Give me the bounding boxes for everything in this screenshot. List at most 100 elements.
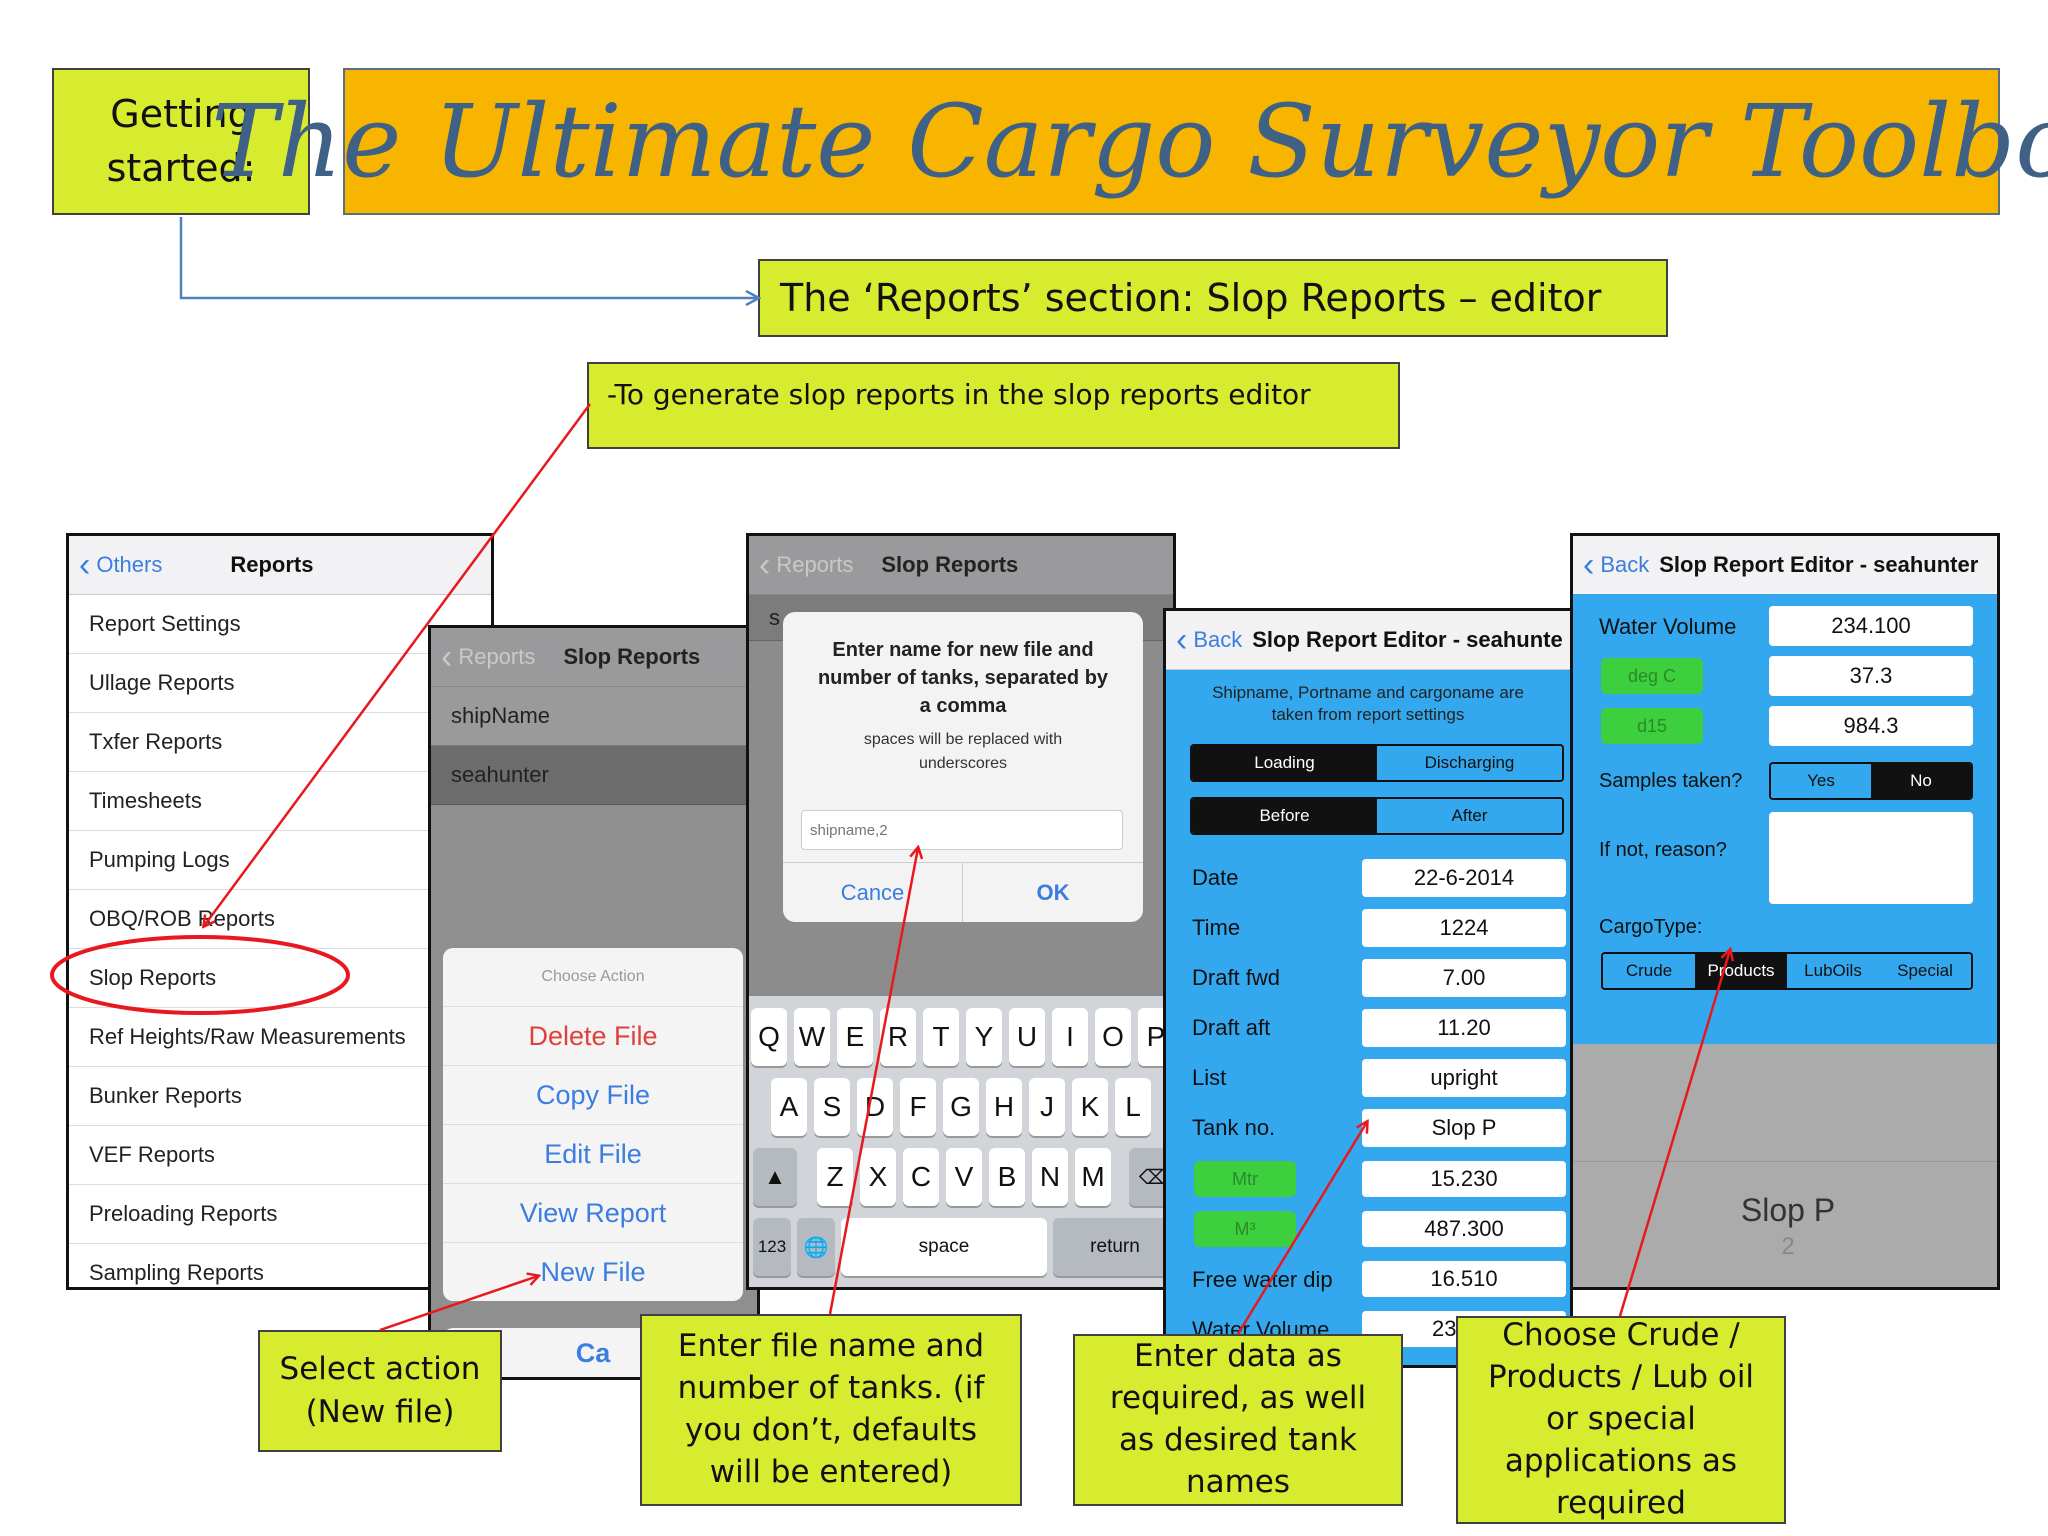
samples-toggle[interactable]: Yes No [1769, 762, 1973, 800]
slop-title: Slop Reports [881, 552, 1019, 577]
keyboard-row-3: ZXCVBNM [817, 1148, 1117, 1206]
numbers-key[interactable]: 123 [753, 1218, 791, 1276]
file-row-shipname[interactable]: shipName [431, 687, 757, 746]
editor-title: Slop Report Editor - seahunter [1659, 552, 1979, 577]
screen-editor-cargotype: ‹ Back Slop Report Editor - seahunter Wa… [1570, 533, 2000, 1290]
flow-arrow [179, 217, 758, 298]
picker-selected: Slop P [1740, 1192, 1836, 1228]
key-l[interactable]: L [1115, 1078, 1151, 1136]
key-a[interactable]: A [771, 1078, 807, 1136]
editor-info: Shipname, Portname and cargoname are tak… [1212, 683, 1524, 725]
key-n[interactable]: N [1032, 1148, 1068, 1206]
loading-discharging-toggle[interactable]: Loading Discharging [1190, 744, 1564, 782]
back-reports-button[interactable]: ‹ Reports [759, 548, 853, 582]
view-report-button[interactable]: View Report [443, 1184, 743, 1243]
back-label: Back [1193, 627, 1243, 652]
file-row-seahunter[interactable]: seahunter [431, 746, 757, 805]
key-z[interactable]: Z [817, 1148, 853, 1206]
loading-option[interactable]: Loading [1192, 746, 1377, 780]
deg-c-button[interactable]: deg C [1601, 658, 1703, 694]
key-s[interactable]: S [814, 1078, 850, 1136]
before-after-toggle[interactable]: Before After [1190, 797, 1564, 835]
key-f[interactable]: F [900, 1078, 936, 1136]
new-file-dialog: Enter name for new file and number of ta… [783, 612, 1143, 922]
key-r[interactable]: R [880, 1008, 916, 1066]
reports-menu-item-label: OBQ/ROB Reports [89, 906, 275, 931]
key-q[interactable]: Q [751, 1008, 787, 1066]
file-name-input[interactable] [801, 810, 1123, 850]
action-sheet: Choose Action Delete File Copy File Edit… [443, 948, 743, 1301]
reports-title: Reports [230, 552, 314, 577]
after-option[interactable]: After [1377, 799, 1562, 833]
reports-menu-item-label: Bunker Reports [89, 1083, 242, 1108]
cargotype-luboils-option[interactable]: LubOils [1787, 954, 1879, 988]
discharging-option[interactable]: Discharging [1377, 746, 1562, 780]
key-w[interactable]: W [794, 1008, 830, 1066]
water-volume-label: Water Volume [1599, 614, 1737, 639]
key-d[interactable]: D [857, 1078, 893, 1136]
key-y[interactable]: Y [966, 1008, 1002, 1066]
samples-no-option[interactable]: No [1871, 764, 1971, 798]
key-x[interactable]: X [860, 1148, 896, 1206]
new-file-button[interactable]: New File [443, 1243, 743, 1301]
key-c[interactable]: C [903, 1148, 939, 1206]
cargotype-crude-option[interactable]: Crude [1603, 954, 1695, 988]
mtr-button[interactable]: Mtr [1194, 1161, 1296, 1197]
dialog-cancel-button[interactable]: Cance [783, 862, 963, 922]
field-value[interactable]: 22-6-2014 [1362, 859, 1566, 897]
free-water-dip-field[interactable]: 16.510 [1362, 1261, 1566, 1297]
field-value[interactable]: 7.00 [1362, 959, 1566, 997]
reason-textarea[interactable] [1769, 812, 1973, 904]
reports-menu-item-label: Preloading Reports [89, 1201, 278, 1226]
back-label: Reports [458, 644, 536, 669]
before-option[interactable]: Before [1192, 799, 1377, 833]
back-button[interactable]: ‹ Back [1583, 548, 1649, 582]
field-value[interactable]: 11.20 [1362, 1009, 1566, 1047]
key-h[interactable]: H [986, 1078, 1022, 1136]
shift-key[interactable]: ▲ [753, 1148, 797, 1206]
keyboard: QWERTYUIOP ASDFGHJKL ▲ ZXCVBNM ⌫ 123 🌐 s… [749, 996, 1173, 1287]
field-value[interactable]: 1224 [1362, 909, 1566, 947]
m3-button[interactable]: M³ [1194, 1211, 1296, 1247]
key-b[interactable]: B [989, 1148, 1025, 1206]
key-t[interactable]: T [923, 1008, 959, 1066]
samples-yes-option[interactable]: Yes [1771, 764, 1871, 798]
field-label: Time [1192, 915, 1241, 940]
key-v[interactable]: V [946, 1148, 982, 1206]
key-i[interactable]: I [1052, 1008, 1088, 1066]
callout-choose-crude: Choose Crude / Products / Lub oil or spe… [1456, 1316, 1786, 1524]
edit-file-button[interactable]: Edit File [443, 1125, 743, 1184]
tank-picker[interactable]: Slop P 2 [1573, 1161, 1997, 1281]
dialog-ok-button[interactable]: OK [963, 862, 1143, 922]
ullage-value-field[interactable]: 15.230 [1362, 1161, 1566, 1197]
field-value[interactable]: Slop P [1362, 1109, 1566, 1147]
callout-enter-data: Enter data as required, as well as desir… [1073, 1334, 1403, 1506]
key-m[interactable]: M [1075, 1148, 1111, 1206]
key-k[interactable]: K [1072, 1078, 1108, 1136]
delete-file-button[interactable]: Delete File [443, 1007, 743, 1066]
d15-button[interactable]: d15 [1601, 708, 1703, 744]
density-field[interactable]: 984.3 [1769, 706, 1973, 746]
cargotype-products-option[interactable]: Products [1695, 954, 1787, 988]
chevron-left-icon: ‹ [1583, 546, 1595, 584]
keyboard-row-1: QWERTYUIOP [751, 1008, 1173, 1066]
back-button[interactable]: ‹ Back [1176, 623, 1242, 657]
temperature-field[interactable]: 37.3 [1769, 656, 1973, 696]
field-value[interactable]: upright [1362, 1059, 1566, 1097]
key-g[interactable]: G [943, 1078, 979, 1136]
copy-file-button[interactable]: Copy File [443, 1066, 743, 1125]
key-o[interactable]: O [1095, 1008, 1131, 1066]
globe-key[interactable]: 🌐 [797, 1218, 835, 1276]
cargotype-special-option[interactable]: Special [1879, 954, 1971, 988]
water-volume-field[interactable]: 234.100 [1769, 606, 1973, 646]
key-j[interactable]: J [1029, 1078, 1065, 1136]
return-key[interactable]: return [1053, 1218, 1173, 1276]
field-label: List [1192, 1065, 1227, 1090]
key-e[interactable]: E [837, 1008, 873, 1066]
space-key[interactable]: space [841, 1218, 1047, 1276]
cargotype-toggle[interactable]: Crude Products LubOils Special [1601, 952, 1973, 990]
back-reports-button[interactable]: ‹ Reports [441, 640, 535, 674]
key-u[interactable]: U [1009, 1008, 1045, 1066]
back-others-button[interactable]: ‹ Others [79, 548, 162, 582]
volume-value-field[interactable]: 487.300 [1362, 1211, 1566, 1247]
